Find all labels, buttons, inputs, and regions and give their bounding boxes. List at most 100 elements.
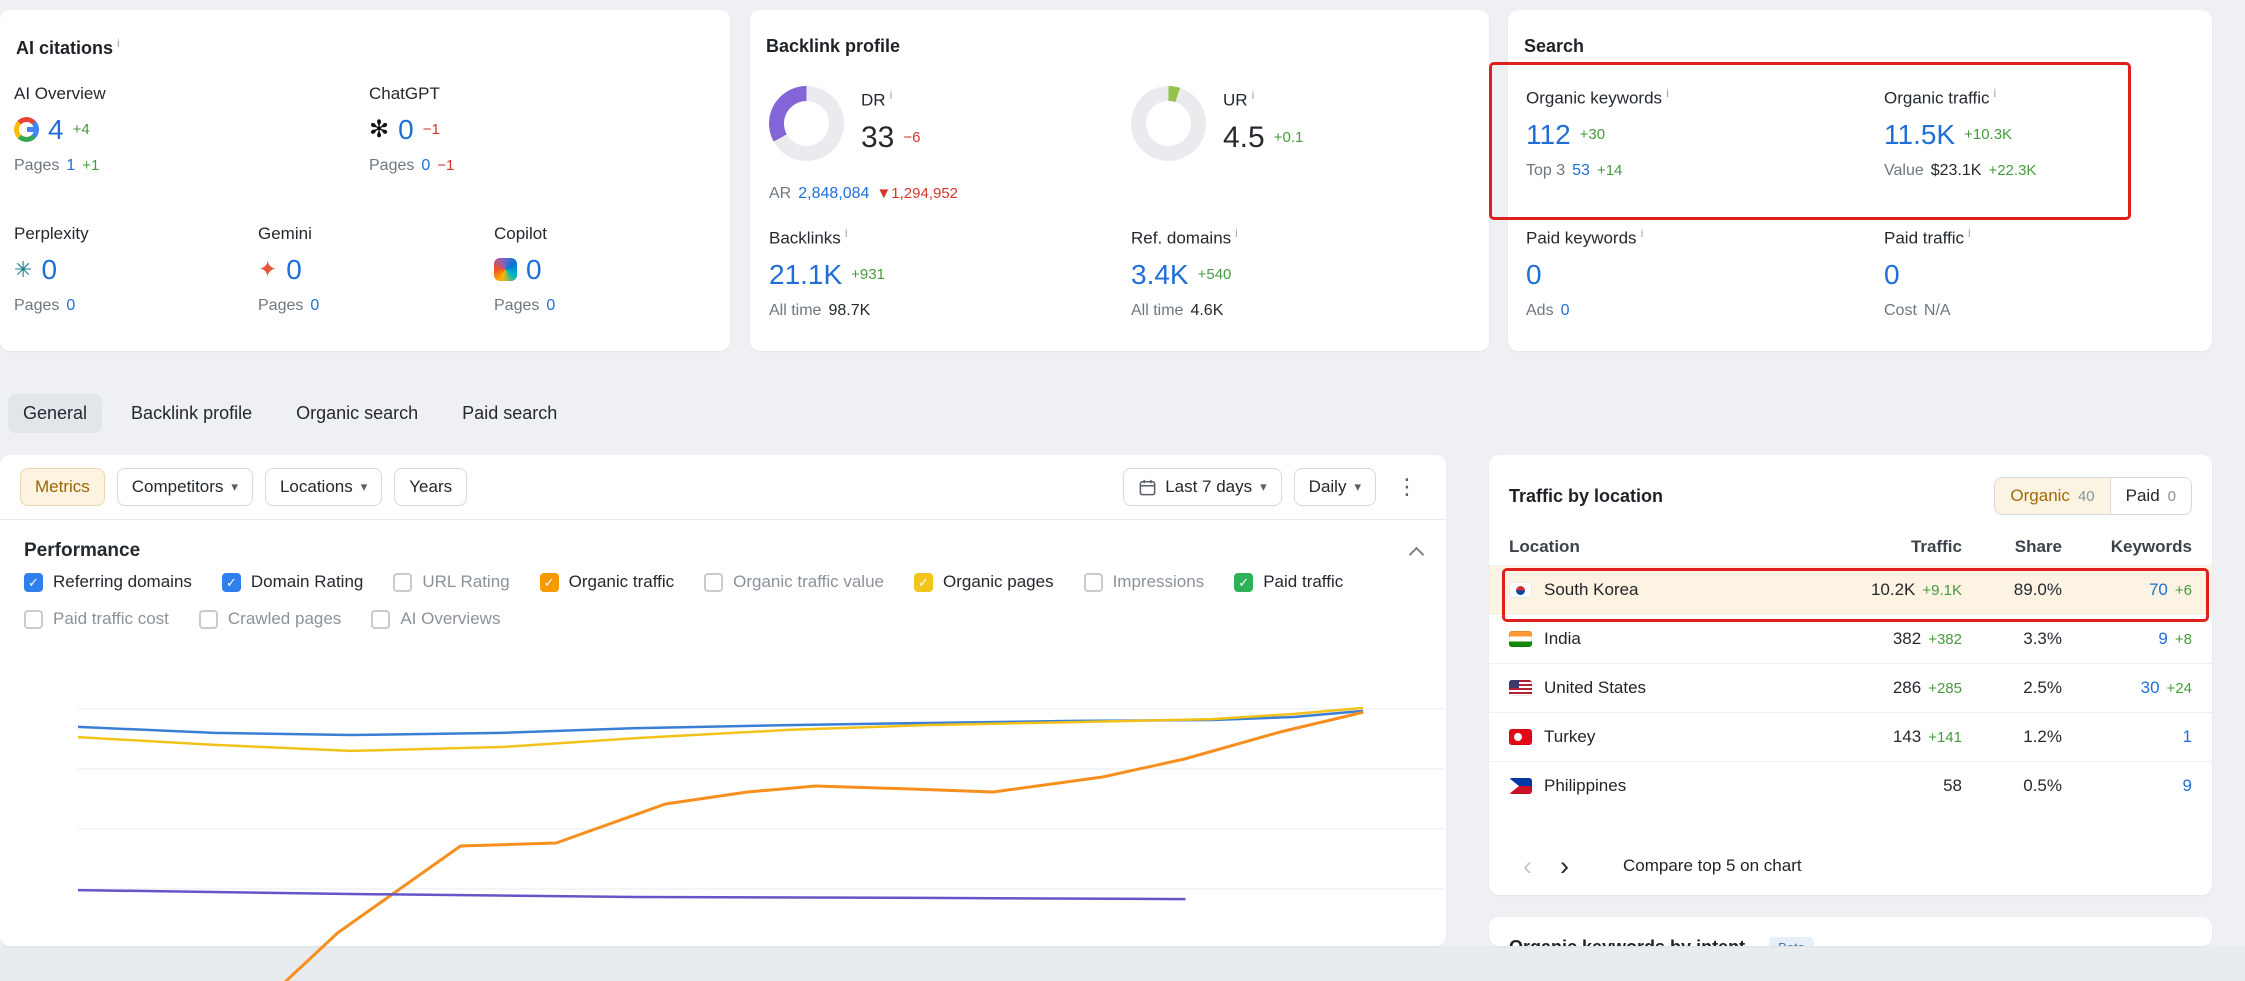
toggle-organic[interactable]: Organic40 (1995, 478, 2109, 514)
organic-keywords-block: Organic keywordsi 112 +30 Top 3 53 +14 (1526, 86, 1669, 180)
metric-toggle-paid-traffic[interactable]: ✓Paid traffic (1234, 572, 1343, 592)
location-row-united-states[interactable]: United States286+2852.5%30+24 (1489, 663, 2212, 712)
flag-tr-icon (1509, 729, 1532, 745)
pages-value[interactable]: 0 (310, 297, 319, 315)
metrics-button[interactable]: Metrics (20, 468, 105, 506)
metric-toggle-referring-domains[interactable]: ✓Referring domains (24, 572, 192, 592)
unchecked-checkbox-icon (199, 610, 218, 629)
metric-toggle-paid-traffic-cost[interactable]: Paid traffic cost (24, 609, 169, 629)
next-page-button[interactable]: › (1546, 853, 1583, 880)
pages-value[interactable]: 0 (66, 297, 75, 315)
metric-toggle-organic-pages[interactable]: ✓Organic pages (914, 572, 1054, 592)
location-table-body: South Korea10.2K+9.1K89.0%70+6India382+3… (1489, 565, 2212, 810)
traffic-cell: 382+382 (1802, 629, 1962, 649)
tab-backlink-profile[interactable]: Backlink profile (116, 394, 267, 433)
ai-overview-citations-value[interactable]: 4 (48, 115, 64, 144)
paid-traffic-label: Paid traffici (1884, 226, 1971, 249)
ur-value: 4.5 (1223, 122, 1265, 154)
location-row-turkey[interactable]: Turkey143+1411.2%1 (1489, 712, 2212, 761)
dr-value: 33 (861, 122, 894, 154)
performance-title: Performance (24, 540, 140, 562)
paid-keywords-value[interactable]: 0 (1526, 260, 1542, 289)
locations-button[interactable]: Locations▾ (265, 468, 382, 506)
alltime-label: All time (1131, 302, 1183, 320)
domain-rating-donut (769, 86, 844, 161)
more-options-button[interactable]: ⋮ (1388, 470, 1426, 504)
organic-traffic-value[interactable]: 11.5K (1884, 120, 1955, 149)
metric-toggle-url-rating[interactable]: URL Rating (393, 572, 509, 592)
organic-traffic-block: Organic traffici 11.5K +10.3K Value $23.… (1884, 86, 2036, 180)
location-row-philippines[interactable]: Philippines580.5%9 (1489, 761, 2212, 810)
ar-value[interactable]: 2,848,084 (798, 185, 869, 203)
prev-page-button[interactable]: ‹ (1509, 853, 1546, 880)
column-header-keywords: Keywords (2062, 537, 2192, 557)
pages-value[interactable]: 1 (66, 157, 75, 175)
keywords-value[interactable]: 9 (2183, 776, 2192, 795)
ai-cell-gemini: Gemini✦0Pages0 (258, 224, 498, 315)
chevron-down-icon: ▾ (361, 479, 368, 495)
compare-top5-link[interactable]: Compare top 5 on chart (1623, 856, 1802, 876)
ads-value[interactable]: 0 (1561, 302, 1570, 320)
metric-toggle-domain-rating[interactable]: ✓Domain Rating (222, 572, 363, 592)
metric-toggle-impressions[interactable]: Impressions (1084, 572, 1205, 592)
ai-cell-perplexity: Perplexity✳0Pages0 (14, 224, 254, 315)
flag-kr-icon (1509, 582, 1532, 598)
location-cell: South Korea (1509, 580, 1802, 600)
location-row-south-korea[interactable]: South Korea10.2K+9.1K89.0%70+6 (1489, 565, 2212, 614)
info-icon: i (1252, 88, 1255, 102)
years-button[interactable]: Years (394, 468, 467, 506)
keywords-value[interactable]: 70 (2149, 580, 2168, 599)
metric-toggle-ai-overviews[interactable]: AI Overviews (371, 609, 500, 629)
granularity-button[interactable]: Daily▾ (1294, 468, 1376, 506)
metric-toggle-crawled-pages[interactable]: Crawled pages (199, 609, 341, 629)
location-cell: India (1509, 629, 1802, 649)
unchecked-checkbox-icon (24, 610, 43, 629)
keywords-value[interactable]: 1 (2183, 727, 2192, 746)
location-row-india[interactable]: India382+382 3.3%9+8 (1489, 614, 2212, 663)
keywords-value[interactable]: 30 (2141, 678, 2160, 697)
organic-keywords-value[interactable]: 112 (1526, 120, 1571, 149)
tab-organic-search[interactable]: Organic search (281, 394, 433, 433)
pages-value[interactable]: 0 (421, 157, 430, 175)
backlinks-value[interactable]: 21.1K (769, 260, 842, 289)
flag-us-icon (1509, 680, 1532, 696)
keywords-value[interactable]: 9 (2158, 629, 2167, 648)
collapse-chevron-icon[interactable] (1409, 546, 1425, 562)
keywords-cell: 9+8 (2062, 629, 2192, 649)
info-icon: i (890, 88, 893, 102)
chatgpt-citations-value[interactable]: 0 (398, 115, 414, 144)
info-icon: i (117, 36, 120, 50)
toggle-label: Paid (2126, 486, 2160, 506)
performance-chart[interactable] (78, 681, 1444, 981)
column-header-share: Share (1962, 537, 2062, 557)
ai-citations-card: AI citationsi AI Overview4+4Pages1+1Chat… (0, 10, 730, 351)
ref-domains-value[interactable]: 3.4K (1131, 260, 1189, 289)
performance-toolbar: Metrics Competitors▾ Locations▾ Years La… (0, 455, 1446, 520)
pages-row: Pages0 (258, 297, 498, 315)
date-range-button[interactable]: Last 7 days▾ (1123, 468, 1281, 506)
tab-paid-search[interactable]: Paid search (447, 394, 572, 433)
ai-source-label: ChatGPT (369, 84, 609, 104)
copilot-citations-value[interactable]: 0 (526, 255, 542, 284)
paid-traffic-value[interactable]: 0 (1884, 260, 1900, 289)
toggle-paid[interactable]: Paid0 (2110, 478, 2191, 514)
traffic-value: 58 (1943, 776, 1962, 795)
dr-delta: −6 (903, 129, 920, 146)
gemini-citations-value[interactable]: 0 (286, 255, 302, 284)
citations-delta: −1 (423, 121, 440, 138)
info-icon: i (1666, 86, 1669, 100)
share-value: 3.3% (2023, 629, 2062, 648)
top3-value[interactable]: 53 (1572, 162, 1590, 180)
perplexity-citations-value[interactable]: 0 (41, 255, 57, 284)
overview-tabs: General Backlink profile Organic search Pai… (8, 394, 572, 433)
metric-toggle-organic-traffic-value[interactable]: Organic traffic value (704, 572, 884, 592)
tab-general[interactable]: General (8, 394, 102, 433)
traffic-delta: +141 (1928, 729, 1962, 746)
cost-label: Cost (1884, 302, 1917, 320)
organic-keywords-label: Organic keywordsi (1526, 86, 1669, 109)
keywords-by-intent-title: Organic keywords by intent (1509, 937, 1745, 946)
pages-value[interactable]: 0 (546, 297, 555, 315)
pages-delta: +1 (82, 157, 99, 174)
metric-toggle-organic-traffic[interactable]: ✓Organic traffic (540, 572, 675, 592)
competitors-button[interactable]: Competitors▾ (117, 468, 253, 506)
